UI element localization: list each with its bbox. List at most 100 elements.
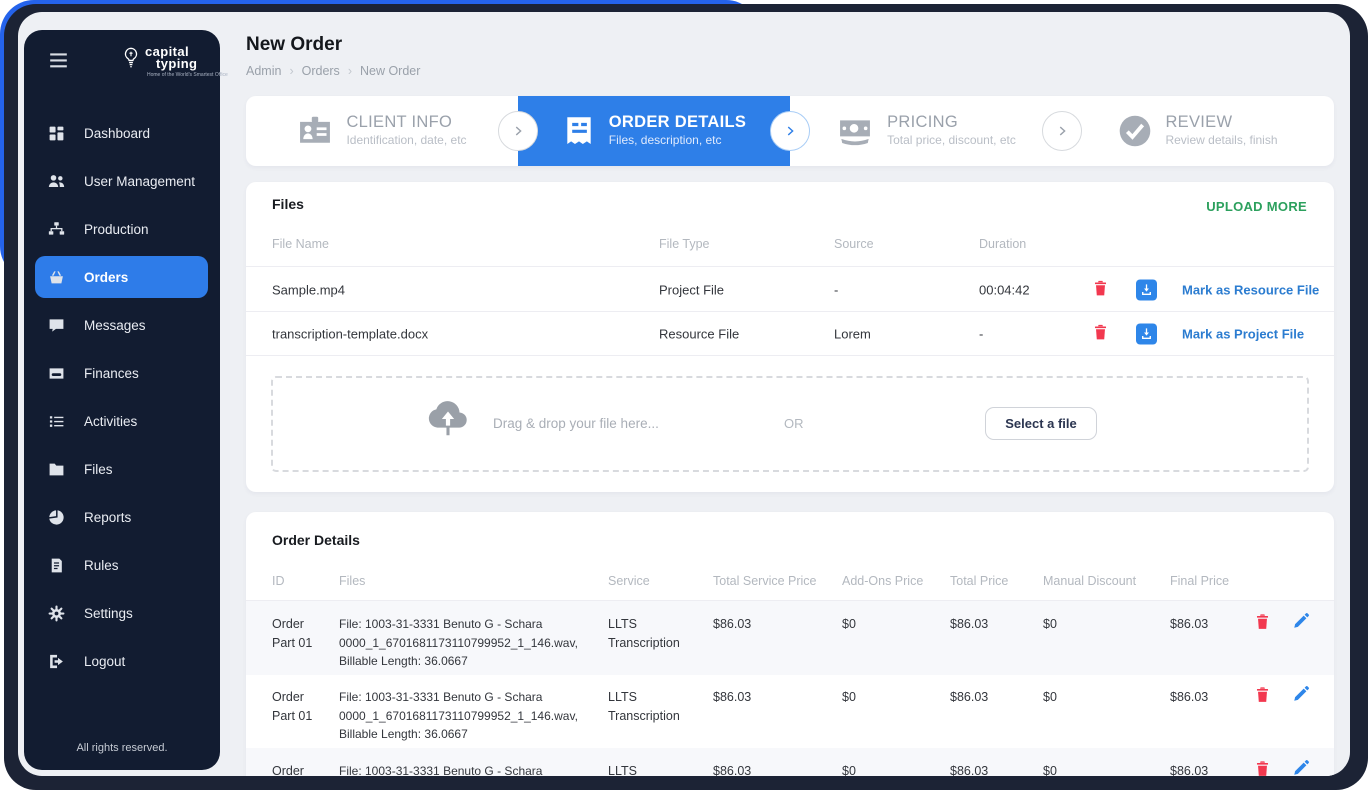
- sidebar-item-rules[interactable]: Rules: [35, 544, 208, 586]
- order-addons-price: $0: [842, 762, 856, 776]
- pencil-icon: [1292, 685, 1310, 706]
- delete-order-part-button[interactable]: [1254, 760, 1271, 776]
- order-final-price: $86.03: [1170, 615, 1208, 634]
- edit-order-part-button[interactable]: [1292, 612, 1310, 633]
- sidebar-item-label: Production: [84, 222, 149, 237]
- sidebar-item-dashboard[interactable]: Dashboard: [35, 112, 208, 154]
- sidebar-footer: All rights reserved.: [24, 742, 220, 754]
- folder-icon: [48, 461, 65, 478]
- step-order-details[interactable]: ORDER DETAILS Files, description, etc: [518, 96, 790, 166]
- app-logo: capital typing Home of the World's Smart…: [122, 46, 228, 78]
- step-title: REVIEW: [1165, 113, 1277, 132]
- order-files: File: 1003-31-3331 Benuto G - Schara 000…: [339, 615, 601, 671]
- edit-order-part-button[interactable]: [1292, 685, 1310, 706]
- sidebar-item-label: Dashboard: [84, 126, 150, 141]
- sidebar-item-files[interactable]: Files: [35, 448, 208, 490]
- trash-icon: [1254, 760, 1271, 776]
- delete-file-button[interactable]: [1092, 279, 1109, 300]
- order-details-section: Order Details ID Files Service Total Ser…: [246, 512, 1334, 776]
- order-manual-discount: $0: [1043, 688, 1057, 707]
- sidebar-item-activities[interactable]: Activities: [35, 400, 208, 442]
- sidebar-item-label: Messages: [84, 318, 146, 333]
- col-service: Service: [608, 574, 650, 588]
- sidebar-item-label: Reports: [84, 510, 131, 525]
- download-file-button[interactable]: [1136, 279, 1157, 300]
- file-row: Sample.mp4 Project File - 00:04:42 Mark …: [246, 266, 1334, 312]
- col-source: Source: [834, 237, 874, 251]
- chevron-right-icon: [1042, 111, 1082, 151]
- sidebar-item-reports[interactable]: Reports: [35, 496, 208, 538]
- mark-as-resource-link[interactable]: Mark as Resource File: [1182, 282, 1319, 297]
- order-total-service-price: $86.03: [713, 688, 751, 707]
- wallet-icon: [48, 365, 65, 382]
- step-client-info[interactable]: CLIENT INFO Identification, date, etc: [246, 96, 518, 166]
- trash-icon: [1092, 323, 1109, 344]
- file-type: Project File: [659, 282, 724, 297]
- file-source: -: [834, 282, 838, 297]
- sidebar-item-messages[interactable]: Messages: [35, 304, 208, 346]
- file-name: Sample.mp4: [272, 282, 345, 297]
- chevron-right-icon: [770, 111, 810, 151]
- step-review[interactable]: REVIEW Review details, finish: [1062, 96, 1334, 166]
- step-pricing[interactable]: PRICING Total price, discount, etc: [790, 96, 1062, 166]
- order-total-price: $86.03: [950, 688, 988, 707]
- scroll-icon: [48, 557, 65, 574]
- col-file-type: File Type: [659, 237, 710, 251]
- col-addons-price: Add-Ons Price: [842, 574, 923, 588]
- mark-as-project-link[interactable]: Mark as Project File: [1182, 326, 1304, 341]
- download-icon: [1136, 279, 1157, 300]
- order-row: Order Part 01 File: 1003-31-3331 Benuto …: [246, 674, 1334, 748]
- col-file-name: File Name: [272, 237, 329, 251]
- delete-file-button[interactable]: [1092, 323, 1109, 344]
- order-service: LLTS Transcription: [608, 615, 700, 654]
- sidebar-item-label: User Management: [84, 174, 195, 189]
- order-final-price: $86.03: [1170, 762, 1208, 776]
- gear-icon: [48, 605, 65, 622]
- hamburger-icon: [49, 57, 68, 72]
- order-total-service-price: $86.03: [713, 762, 751, 776]
- list-icon: [48, 413, 65, 430]
- basket-icon: [48, 269, 65, 286]
- download-file-button[interactable]: [1136, 323, 1157, 344]
- order-manual-discount: $0: [1043, 762, 1057, 776]
- file-dropzone[interactable]: Drag & drop your file here... OR Select …: [271, 376, 1309, 472]
- users-icon: [48, 173, 65, 190]
- breadcrumb-current: New Order: [348, 64, 421, 78]
- edit-order-part-button[interactable]: [1292, 759, 1310, 776]
- sidebar-item-settings[interactable]: Settings: [35, 592, 208, 634]
- sidebar-item-orders[interactable]: Orders: [35, 256, 208, 298]
- logo-wordmark: capital typing Home of the World's Smart…: [145, 46, 228, 78]
- order-total-price: $86.03: [950, 762, 988, 776]
- pie-chart-icon: [48, 509, 65, 526]
- order-addons-price: $0: [842, 688, 856, 707]
- select-file-button[interactable]: Select a file: [985, 407, 1097, 440]
- delete-order-part-button[interactable]: [1254, 613, 1271, 634]
- sidebar-item-user-management[interactable]: User Management: [35, 160, 208, 202]
- files-section-title: Files: [272, 196, 304, 212]
- sidebar-menu: Dashboard User Management Production Ord…: [24, 112, 220, 688]
- trash-icon: [1092, 279, 1109, 300]
- col-files: Files: [339, 574, 365, 588]
- sidebar-item-label: Settings: [84, 606, 133, 621]
- order-details-title: Order Details: [272, 532, 360, 548]
- app-background: capital typing Home of the World's Smart…: [18, 12, 1350, 776]
- breadcrumb-admin[interactable]: Admin: [246, 64, 281, 78]
- logo-line2: typing: [156, 58, 228, 70]
- order-files: File: 1003-31-3331 Benuto G - Schara 000…: [339, 688, 601, 744]
- step-subtitle: Identification, date, etc: [346, 133, 466, 147]
- step-subtitle: Total price, discount, etc: [887, 133, 1016, 147]
- order-files: File: 1003-31-3331 Benuto G - Schara 000…: [339, 762, 601, 776]
- sidebar-item-finances[interactable]: Finances: [35, 352, 208, 394]
- order-id: Order Part 01: [272, 762, 328, 776]
- order-service: LLTS Transcription: [608, 688, 700, 727]
- menu-toggle-button[interactable]: [46, 52, 70, 72]
- sidebar-item-logout[interactable]: Logout: [35, 640, 208, 682]
- delete-order-part-button[interactable]: [1254, 686, 1271, 707]
- order-id: Order Part 01: [272, 615, 328, 654]
- order-service: LLTS Transcription: [608, 762, 700, 776]
- breadcrumb-orders[interactable]: Orders: [289, 64, 339, 78]
- step-subtitle: Files, description, etc: [609, 133, 722, 147]
- upload-more-button[interactable]: UPLOAD MORE: [1200, 198, 1313, 215]
- money-icon: [836, 115, 874, 147]
- sidebar-item-production[interactable]: Production: [35, 208, 208, 250]
